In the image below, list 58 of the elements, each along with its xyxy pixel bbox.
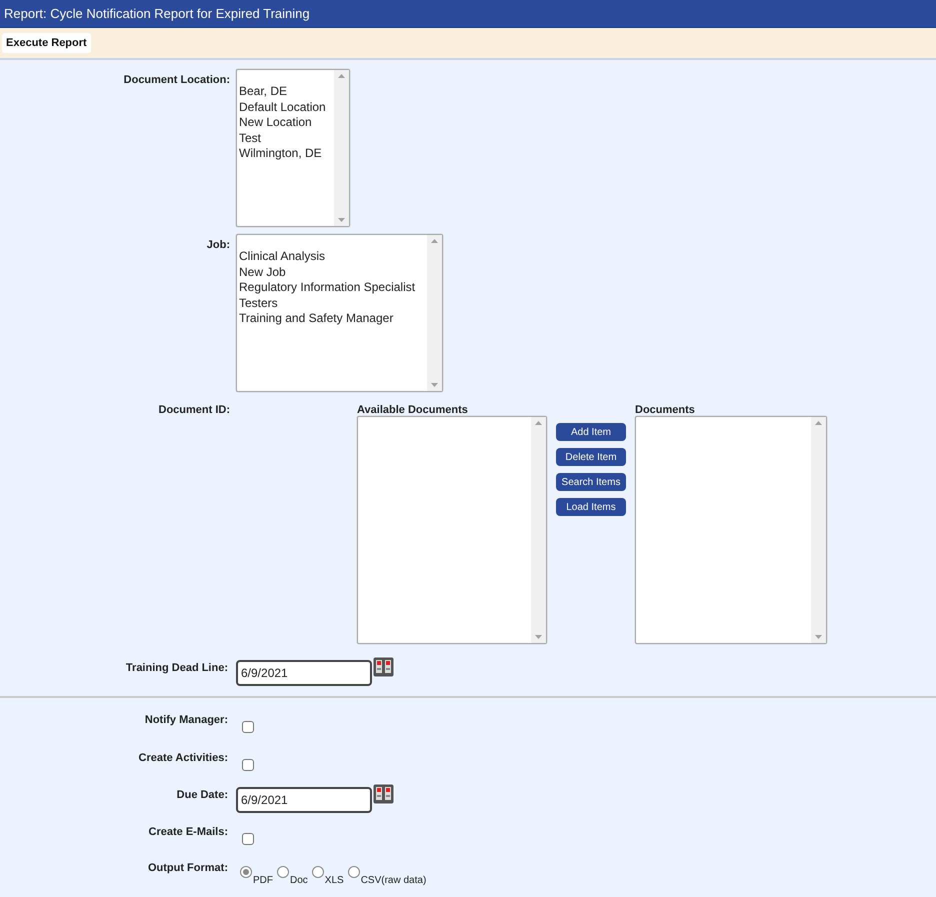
field-label: Notify Manager: [144,713,228,728]
scrollbar[interactable] [427,235,442,391]
available-listbox[interactable] [357,416,547,644]
radio-label: CSV(raw data) [360,874,426,888]
scroll-up-arrow-icon[interactable] [338,74,345,78]
list-option[interactable]: Bear, DE [239,84,334,100]
column-heading: Available Documents [357,403,469,416]
execute-button[interactable]: Execute Report [2,33,91,53]
checkbox[interactable] [242,721,254,733]
list-action-button[interactable]: Delete Item [556,448,626,466]
field-label: Job: [206,238,230,253]
scroll-up-arrow-icon[interactable] [431,239,438,243]
field-label: Document ID: [158,403,230,418]
scroll-down-arrow-icon[interactable] [535,635,542,639]
documents-listbox[interactable] [635,416,827,644]
scroll-up-arrow-icon[interactable] [815,421,822,425]
date-field[interactable]: 6/9/2021 [236,787,372,813]
window-title: Report: Cycle Notification Report for Expired Training [4,4,310,23]
radio-button[interactable] [240,866,252,878]
list-option[interactable]: New Location [239,115,334,130]
list-option[interactable]: Default Location [239,100,334,115]
field-label: Create Activities: [138,751,228,766]
list-option[interactable]: Wilmington, DE [239,146,334,162]
list-option[interactable]: Regulatory Information Specialist [239,280,427,296]
field-label: Training Dead Line: [126,661,228,676]
scroll-down-arrow-icon[interactable] [815,635,822,639]
list-action-button[interactable]: Load Items [556,498,626,516]
column-heading: Documents [635,403,696,416]
list-option[interactable]: Test [239,130,334,146]
scrollbar[interactable] [334,70,349,226]
location-listbox[interactable]: Bear, DE Default Location New Location Test Wilmington, DE [236,69,350,227]
field-label: Output Format: [148,861,228,876]
list-option[interactable]: New Job [239,264,427,280]
scroll-up-arrow-icon[interactable] [535,421,542,425]
scrollbar[interactable] [531,417,546,643]
list-option[interactable]: Testers [239,296,427,311]
calendar-icon[interactable] [373,784,394,804]
field-label: Document Location: [124,73,230,88]
radio-label: Doc [290,874,308,888]
scroll-down-arrow-icon[interactable] [431,383,438,387]
list-action-button[interactable]: Search Items [556,473,626,491]
scroll-down-arrow-icon[interactable] [338,218,345,222]
date-field[interactable]: 6/9/2021 [236,660,372,686]
calendar-icon[interactable] [373,657,394,677]
radio-label: PDF [253,874,273,888]
list-option[interactable]: Training and Safety Manager [239,311,427,326]
radio-button[interactable] [277,866,289,878]
list-option[interactable]: Clinical Analysis [239,249,427,264]
field-label: Create E-Mails: [148,825,228,840]
job-listbox[interactable]: Clinical Analysis New Job Regulatory Information Specialist Testers Training and Safety Manager [236,234,443,392]
scrollbar[interactable] [811,417,826,643]
radio-button[interactable] [312,866,324,878]
field-label: Due Date: [176,788,228,803]
checkbox[interactable] [242,759,254,771]
radio-button[interactable] [348,866,360,878]
list-action-button[interactable]: Add Item [556,423,626,441]
checkbox[interactable] [242,833,254,845]
radio-label: XLS [324,874,344,888]
